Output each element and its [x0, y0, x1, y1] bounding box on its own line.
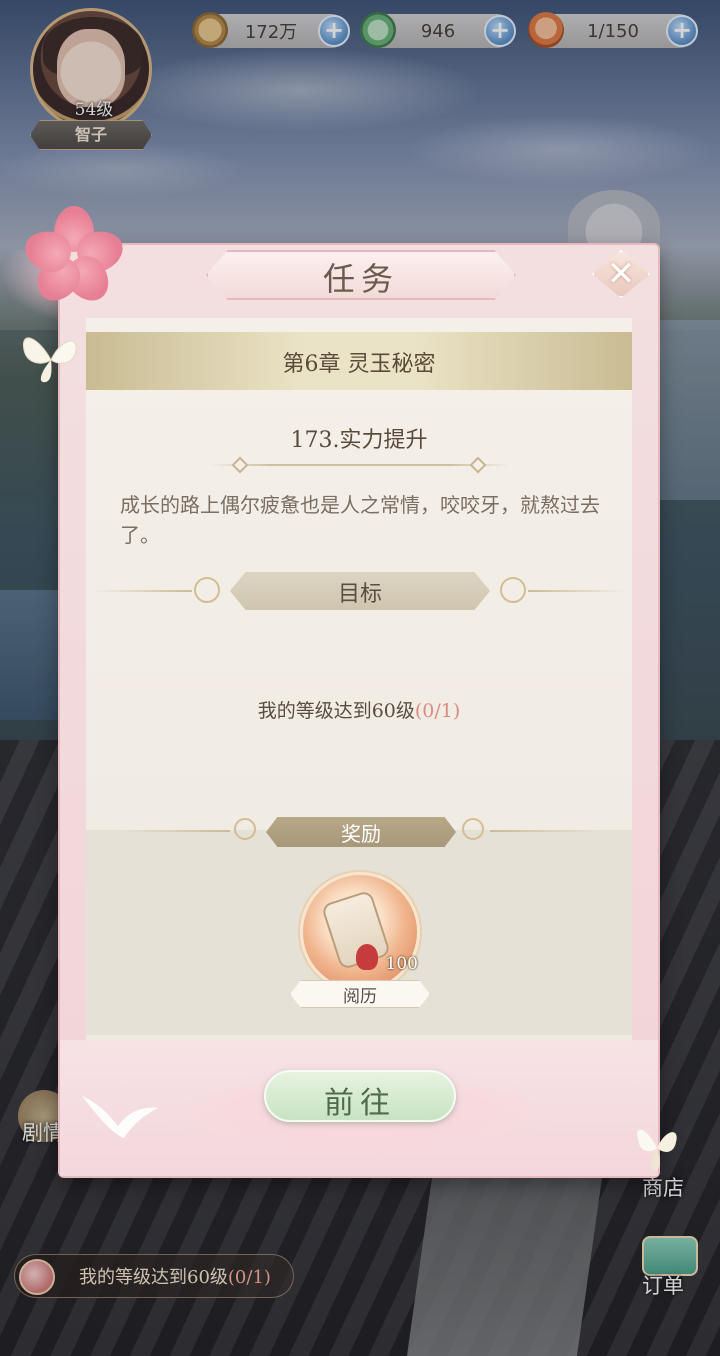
goal-progress: (0/1)	[414, 700, 461, 722]
reward-divider-right	[490, 830, 600, 832]
knot-ornament-icon	[194, 577, 220, 603]
close-icon[interactable]: ✕	[592, 251, 650, 297]
goal-divider-right	[528, 590, 628, 592]
go-button-label[interactable]: 前往	[264, 1078, 456, 1122]
knot-ornament-icon	[462, 818, 484, 840]
knot-ornament-icon	[500, 577, 526, 603]
reward-name: 阅历	[343, 987, 377, 1007]
quest-title: 173.实力提升	[290, 428, 428, 453]
quest-description: 成长的路上偶尔疲惫也是人之常情，咬咬牙，就熬过去了。	[120, 493, 600, 547]
chapter-title: 第6章 灵玉秘密	[282, 352, 436, 377]
butterfly-icon	[637, 1129, 677, 1171]
reward-header: 奖励	[341, 822, 381, 846]
flower-icon	[19, 206, 129, 310]
goal-header: 目标	[337, 582, 382, 607]
title-divider	[210, 456, 510, 474]
butterfly-icon	[22, 337, 77, 383]
dialog-title: 任务	[322, 260, 399, 298]
goal-divider-left	[92, 590, 192, 592]
reward-divider-left	[120, 830, 230, 832]
goal-requirement: 我的等级达到60级(0/1)	[257, 700, 461, 722]
knot-ornament-icon	[234, 818, 256, 840]
reward-count: 100	[385, 954, 418, 974]
bird-icon	[82, 1096, 158, 1138]
